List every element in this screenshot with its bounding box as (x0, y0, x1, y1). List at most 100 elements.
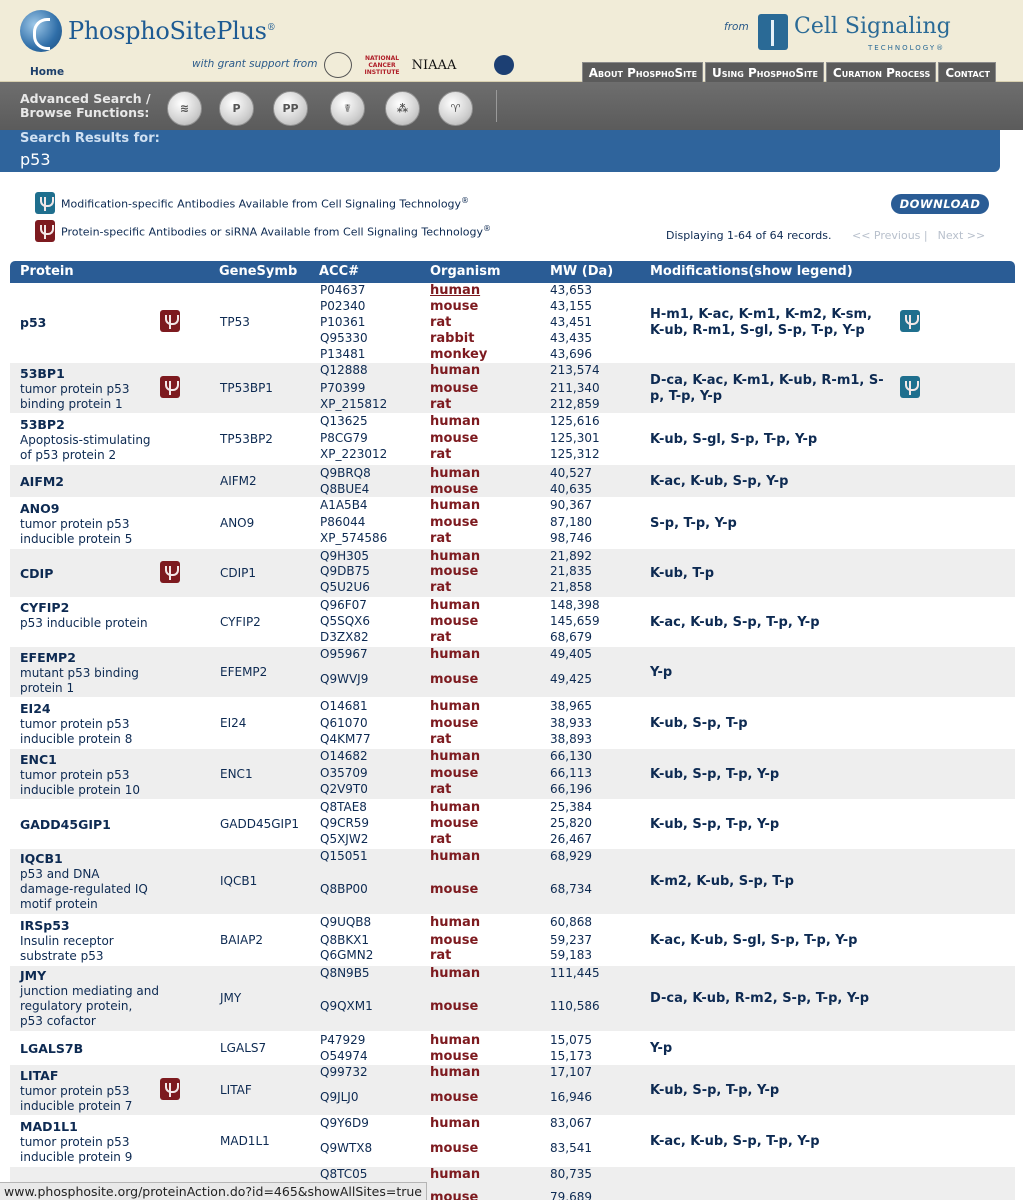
organism-link[interactable]: mouse (430, 564, 478, 579)
protein-name-link[interactable]: AIFM2 (20, 474, 64, 489)
organism-link[interactable]: human (430, 966, 480, 981)
col-protein[interactable]: Protein (20, 264, 74, 279)
protein-name-link[interactable]: CDIP (20, 566, 53, 581)
protein-antibody-icon[interactable] (160, 375, 180, 398)
protein-name-link[interactable]: 53BP1 (20, 366, 65, 381)
nav-about[interactable]: About PhosphoSite (581, 62, 704, 82)
organism-link[interactable]: rat (430, 531, 451, 546)
tissue-icon[interactable]: ♈ (438, 91, 473, 126)
organism-link[interactable]: rat (430, 782, 451, 797)
col-modifications[interactable]: Modifications(show legend) (650, 264, 853, 279)
organism-link[interactable]: human (430, 363, 480, 378)
protein-name-link[interactable]: IRSp53 (20, 918, 70, 933)
organism-link[interactable]: mouse (430, 933, 478, 948)
organism-link[interactable]: rat (430, 630, 451, 645)
organism-link[interactable]: human (430, 915, 480, 930)
col-mw[interactable]: MW (Da) (550, 264, 613, 279)
protein-name-link[interactable]: ANO9 (20, 501, 59, 516)
nav-curation[interactable]: Curation Process (825, 62, 937, 82)
mod-antibody-icon[interactable] (900, 310, 920, 332)
protein-antibody-icon[interactable] (160, 1077, 180, 1100)
organism-link[interactable]: human (430, 800, 480, 815)
sequence-search-icon[interactable]: ≋ (167, 91, 202, 126)
organism-link[interactable]: rat (430, 732, 451, 747)
organism-link[interactable]: mouse (430, 1141, 478, 1156)
table-row: LGALS7B LGALS7 P47929 human 15,075 O54974 mous… (10, 1032, 1015, 1065)
organism-link[interactable]: mouse (430, 614, 478, 629)
molecular-weight: 43,653 (550, 283, 592, 297)
organism-link[interactable]: human (430, 466, 480, 481)
organism-link[interactable]: rat (430, 397, 451, 412)
organism-link[interactable]: mouse (430, 515, 478, 530)
organism-link[interactable]: rat (430, 315, 451, 330)
organism-link[interactable]: mouse (430, 672, 478, 687)
download-button[interactable]: DOWNLOAD (891, 194, 989, 214)
organism-link[interactable]: human (430, 498, 480, 513)
organism-link[interactable]: human (430, 1065, 480, 1080)
organism-link[interactable]: human (430, 414, 480, 429)
organism-link[interactable]: human (430, 549, 480, 564)
protein-name-link[interactable]: 53BP2 (20, 417, 65, 432)
protein-name-link[interactable]: CYFIP2 (20, 600, 69, 615)
protein-name-link[interactable]: JMY (20, 968, 46, 983)
organism-link[interactable]: human (430, 283, 480, 298)
protein-antibody-icon[interactable] (160, 560, 180, 583)
organism-link[interactable]: rabbit (430, 331, 474, 346)
pager-previous[interactable]: << Previous | (852, 229, 928, 242)
protein-antibody-icon[interactable] (160, 310, 180, 332)
organism-link[interactable]: monkey (430, 347, 487, 362)
accession: Q8TAE8 (320, 800, 367, 814)
organism-link[interactable]: mouse (430, 431, 478, 446)
organism-link[interactable]: human (430, 1167, 480, 1182)
nci-logo[interactable]: NATIONAL CANCER INSTITUTE (364, 52, 399, 78)
organism-link[interactable]: mouse (430, 716, 478, 731)
pathway-icon[interactable]: ⁂ (385, 91, 420, 126)
phosphositeplus-logo[interactable]: PhosphoSitePlus® (20, 10, 276, 52)
protein-name-link[interactable]: p53 (20, 315, 46, 330)
organism-link[interactable]: mouse (430, 381, 478, 396)
home-link[interactable]: Home (30, 66, 64, 78)
organism-link[interactable]: mouse (430, 816, 478, 831)
protein-name-link[interactable]: MAD1L1 (20, 1119, 78, 1134)
organism-link[interactable]: human (430, 1116, 480, 1131)
organism-link[interactable]: rat (430, 580, 451, 595)
mod-antibody-icon[interactable] (900, 375, 920, 398)
pager-next[interactable]: Next >> (938, 229, 986, 242)
multi-site-icon[interactable]: PP (273, 91, 308, 126)
organism-link[interactable]: rat (430, 948, 451, 963)
organism-link[interactable]: mouse (430, 299, 478, 314)
organism-link[interactable]: human (430, 699, 480, 714)
col-acc[interactable]: ACC# (319, 264, 359, 279)
nav-using[interactable]: Using PhosphoSite (705, 62, 824, 82)
niaaa-logo[interactable]: NIAAA (412, 52, 457, 78)
organism-link[interactable]: human (430, 598, 480, 613)
organism-link[interactable]: rat (430, 832, 451, 847)
protein-name-link[interactable]: GADD45GIP1 (20, 817, 111, 832)
organism-link[interactable]: human (430, 749, 480, 764)
protein-name-link[interactable]: EI24 (20, 701, 51, 716)
protein-name-link[interactable]: IQCB1 (20, 851, 63, 866)
disease-icon[interactable]: ☤ (330, 91, 365, 126)
organism-link[interactable]: mouse (430, 766, 478, 781)
organism-link[interactable]: human (430, 647, 480, 662)
phospho-site-icon[interactable]: P (219, 91, 254, 126)
col-organism[interactable]: Organism (430, 264, 501, 279)
nih-logo-icon[interactable] (324, 52, 352, 78)
molecular-weight: 43,155 (550, 299, 592, 313)
organism-link[interactable]: mouse (430, 482, 478, 497)
protein-name-link[interactable]: EFEMP2 (20, 650, 76, 665)
organism-link[interactable]: mouse (430, 882, 478, 897)
nigms-logo[interactable] (468, 52, 540, 78)
nav-contact[interactable]: Contact (938, 62, 996, 82)
organism-link[interactable]: mouse (430, 999, 478, 1014)
organism-link[interactable]: mouse (430, 1190, 478, 1200)
protein-name-link[interactable]: ENC1 (20, 752, 57, 767)
organism-link[interactable]: human (430, 849, 480, 864)
col-genesymb[interactable]: GeneSymb (219, 264, 297, 279)
protein-name-link[interactable]: LGALS7B (20, 1041, 83, 1056)
organism-link[interactable]: human (430, 1033, 480, 1048)
organism-link[interactable]: rat (430, 447, 451, 462)
organism-link[interactable]: mouse (430, 1049, 478, 1064)
organism-link[interactable]: mouse (430, 1090, 478, 1105)
protein-name-link[interactable]: LITAF (20, 1068, 58, 1083)
